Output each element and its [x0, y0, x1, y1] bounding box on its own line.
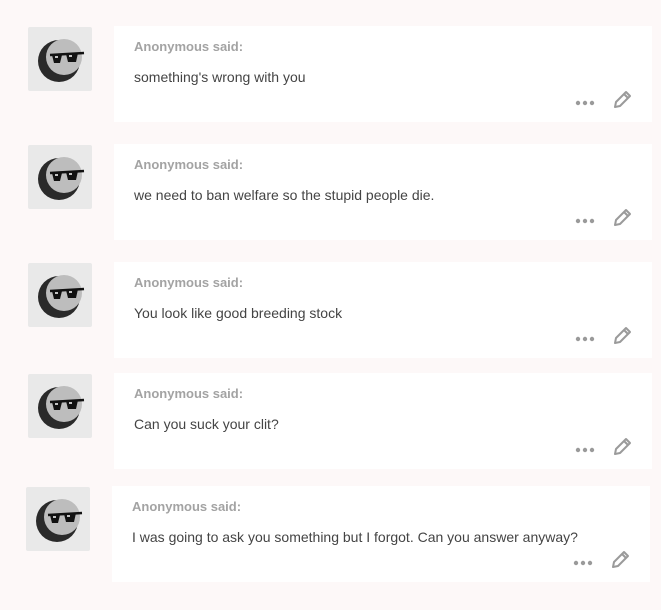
question-card: Anonymous said: You look like good breed…	[114, 262, 652, 358]
asker-label: Anonymous said:	[134, 386, 244, 401]
anonymous-avatar-icon	[38, 275, 85, 318]
asker-label: Anonymous said:	[132, 499, 242, 514]
question-text: something's wrong with you	[134, 69, 306, 85]
anonymous-avatar-icon	[38, 39, 85, 82]
edit-button[interactable]	[611, 325, 633, 347]
question-card: Anonymous said: we need to ban welfare s…	[114, 144, 652, 240]
question-card: Anonymous said: I was going to ask you s…	[112, 486, 650, 582]
asker-label: Anonymous said:	[134, 39, 244, 54]
pencil-edit-icon	[614, 209, 631, 226]
anonymous-avatar-icon	[38, 157, 85, 200]
pencil-edit-icon	[612, 551, 629, 568]
question-text: You look like good breeding stock	[134, 305, 343, 321]
question-card: Anonymous said: Can you suck your clit?	[114, 373, 652, 469]
avatar[interactable]	[28, 374, 92, 438]
asker-label: Anonymous said:	[134, 157, 244, 172]
avatar[interactable]	[28, 263, 92, 327]
more-options-button[interactable]	[574, 327, 598, 347]
more-options-icon	[575, 447, 595, 453]
question-text: Can you suck your clit?	[134, 416, 279, 432]
asker-label: Anonymous said:	[134, 275, 244, 290]
more-options-icon	[575, 336, 595, 342]
more-options-button[interactable]	[572, 551, 596, 571]
question-card: Anonymous said: something's wrong with y…	[114, 26, 652, 122]
edit-button[interactable]	[611, 89, 633, 111]
pencil-edit-icon	[614, 91, 631, 108]
more-options-icon	[575, 100, 595, 106]
anonymous-avatar-icon	[38, 386, 85, 429]
avatar[interactable]	[28, 27, 92, 91]
question-text: I was going to ask you something but I f…	[132, 529, 578, 545]
more-options-icon	[575, 218, 595, 224]
avatar[interactable]	[26, 487, 90, 551]
pencil-edit-icon	[614, 438, 631, 455]
question-text: we need to ban welfare so the stupid peo…	[134, 187, 435, 203]
more-options-button[interactable]	[574, 209, 598, 229]
more-options-button[interactable]	[574, 438, 598, 458]
more-options-button[interactable]	[574, 91, 598, 111]
more-options-icon	[573, 560, 593, 566]
anonymous-avatar-icon	[36, 499, 83, 542]
avatar[interactable]	[28, 145, 92, 209]
edit-button[interactable]	[609, 549, 631, 571]
edit-button[interactable]	[611, 436, 633, 458]
pencil-edit-icon	[614, 327, 631, 344]
edit-button[interactable]	[611, 207, 633, 229]
